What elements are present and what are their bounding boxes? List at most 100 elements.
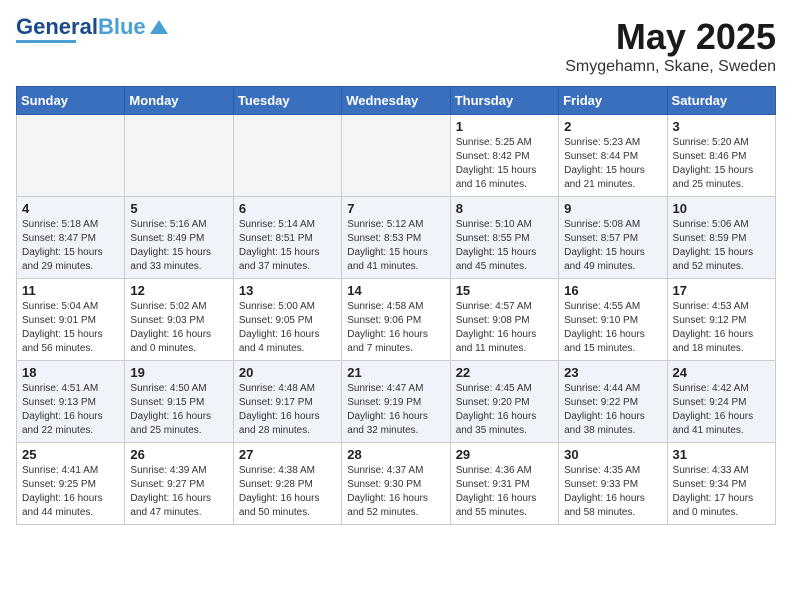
day-info: Sunrise: 4:51 AM Sunset: 9:13 PM Dayligh… (22, 382, 119, 438)
location-subtitle: Smygehamn, Skane, Sweden (565, 58, 776, 76)
logo-icon (148, 16, 170, 38)
day-info: Sunrise: 4:42 AM Sunset: 9:24 PM Dayligh… (673, 382, 770, 438)
day-number: 25 (22, 447, 119, 462)
title-block: May 2025 Smygehamn, Skane, Sweden (565, 16, 776, 76)
logo-text: GeneralBlue (16, 16, 146, 38)
calendar-cell: 25 Sunrise: 4:41 AM Sunset: 9:25 PM Dayli… (17, 443, 125, 525)
calendar-cell: 1Sunrise: 5:25 AM Sunset: 8:42 PM Daylig… (450, 115, 558, 197)
calendar-cell (125, 115, 233, 197)
day-number: 8 (456, 201, 553, 216)
calendar-cell: 23Sunrise: 4:44 AM Sunset: 9:22 PM Dayli… (559, 361, 667, 443)
calendar-week-3: 11 Sunrise: 5:04 AM Sunset: 9:01 PM Dayli… (17, 279, 776, 361)
calendar-cell: 26 Sunrise: 4:39 AM Sunset: 9:27 PM Dayli… (125, 443, 233, 525)
calendar-cell: 10Sunrise: 5:06 AM Sunset: 8:59 PM Dayli… (667, 197, 775, 279)
day-number: 19 (130, 365, 227, 380)
col-header-wednesday: Wednesday (342, 87, 450, 115)
day-info: Sunrise: 4:35 AM Sunset: 9:33 PM Dayligh… (564, 464, 661, 520)
day-info: Sunrise: 5:02 AM Sunset: 9:03 PM Dayligh… (130, 300, 227, 356)
day-info: Sunrise: 5:25 AM Sunset: 8:42 PM Dayligh… (456, 136, 553, 192)
day-number: 3 (673, 119, 770, 134)
day-number: 21 (347, 365, 444, 380)
day-number: 10 (673, 201, 770, 216)
col-header-friday: Friday (559, 87, 667, 115)
month-title: May 2025 (565, 16, 776, 58)
calendar-cell: 20 Sunrise: 4:48 AM Sunset: 9:17 PM Dayli… (233, 361, 341, 443)
calendar-cell: 14 Sunrise: 4:58 AM Sunset: 9:06 PM Dayli… (342, 279, 450, 361)
day-info: Sunrise: 5:04 AM Sunset: 9:01 PM Dayligh… (22, 300, 119, 356)
calendar-table: SundayMondayTuesdayWednesdayThursdayFrid… (16, 86, 776, 525)
day-info: Sunrise: 4:57 AM Sunset: 9:08 PM Dayligh… (456, 300, 553, 356)
calendar-cell: 15 Sunrise: 4:57 AM Sunset: 9:08 PM Dayli… (450, 279, 558, 361)
day-info: Sunrise: 5:00 AM Sunset: 9:05 PM Dayligh… (239, 300, 336, 356)
day-number: 4 (22, 201, 119, 216)
calendar-cell: 16Sunrise: 4:55 AM Sunset: 9:10 PM Dayli… (559, 279, 667, 361)
day-info: Sunrise: 5:20 AM Sunset: 8:46 PM Dayligh… (673, 136, 770, 192)
day-number: 11 (22, 283, 119, 298)
logo-underline (16, 40, 76, 43)
day-number: 20 (239, 365, 336, 380)
calendar-cell: 17 Sunrise: 4:53 AM Sunset: 9:12 PM Dayli… (667, 279, 775, 361)
calendar-cell: 22Sunrise: 4:45 AM Sunset: 9:20 PM Dayli… (450, 361, 558, 443)
day-info: Sunrise: 4:39 AM Sunset: 9:27 PM Dayligh… (130, 464, 227, 520)
day-info: Sunrise: 5:18 AM Sunset: 8:47 PM Dayligh… (22, 218, 119, 274)
day-info: Sunrise: 4:44 AM Sunset: 9:22 PM Dayligh… (564, 382, 661, 438)
col-header-thursday: Thursday (450, 87, 558, 115)
day-info: Sunrise: 4:36 AM Sunset: 9:31 PM Dayligh… (456, 464, 553, 520)
calendar-week-4: 18 Sunrise: 4:51 AM Sunset: 9:13 PM Dayli… (17, 361, 776, 443)
day-info: Sunrise: 4:41 AM Sunset: 9:25 PM Dayligh… (22, 464, 119, 520)
day-number: 14 (347, 283, 444, 298)
day-number: 2 (564, 119, 661, 134)
day-number: 26 (130, 447, 227, 462)
day-number: 16 (564, 283, 661, 298)
day-info: Sunrise: 4:47 AM Sunset: 9:19 PM Dayligh… (347, 382, 444, 438)
day-info: Sunrise: 4:50 AM Sunset: 9:15 PM Dayligh… (130, 382, 227, 438)
calendar-cell (342, 115, 450, 197)
day-number: 30 (564, 447, 661, 462)
day-number: 12 (130, 283, 227, 298)
day-number: 9 (564, 201, 661, 216)
calendar-cell: 11 Sunrise: 5:04 AM Sunset: 9:01 PM Dayli… (17, 279, 125, 361)
day-info: Sunrise: 4:53 AM Sunset: 9:12 PM Dayligh… (673, 300, 770, 356)
day-info: Sunrise: 5:10 AM Sunset: 8:55 PM Dayligh… (456, 218, 553, 274)
day-info: Sunrise: 5:16 AM Sunset: 8:49 PM Dayligh… (130, 218, 227, 274)
day-info: Sunrise: 4:48 AM Sunset: 9:17 PM Dayligh… (239, 382, 336, 438)
day-number: 6 (239, 201, 336, 216)
col-header-monday: Monday (125, 87, 233, 115)
day-number: 22 (456, 365, 553, 380)
calendar-cell (233, 115, 341, 197)
calendar-cell: 12 Sunrise: 5:02 AM Sunset: 9:03 PM Dayli… (125, 279, 233, 361)
calendar-cell: 8 Sunrise: 5:10 AM Sunset: 8:55 PM Daylig… (450, 197, 558, 279)
col-header-sunday: Sunday (17, 87, 125, 115)
day-info: Sunrise: 4:58 AM Sunset: 9:06 PM Dayligh… (347, 300, 444, 356)
calendar-week-1: 1Sunrise: 5:25 AM Sunset: 8:42 PM Daylig… (17, 115, 776, 197)
day-number: 24 (673, 365, 770, 380)
calendar-cell: 13 Sunrise: 5:00 AM Sunset: 9:05 PM Dayli… (233, 279, 341, 361)
col-header-tuesday: Tuesday (233, 87, 341, 115)
calendar-cell: 24 Sunrise: 4:42 AM Sunset: 9:24 PM Dayli… (667, 361, 775, 443)
day-number: 31 (673, 447, 770, 462)
day-info: Sunrise: 5:08 AM Sunset: 8:57 PM Dayligh… (564, 218, 661, 274)
day-number: 27 (239, 447, 336, 462)
logo: GeneralBlue (16, 16, 170, 43)
day-info: Sunrise: 5:14 AM Sunset: 8:51 PM Dayligh… (239, 218, 336, 274)
day-number: 28 (347, 447, 444, 462)
day-info: Sunrise: 5:12 AM Sunset: 8:53 PM Dayligh… (347, 218, 444, 274)
col-header-saturday: Saturday (667, 87, 775, 115)
calendar-cell: 18 Sunrise: 4:51 AM Sunset: 9:13 PM Dayli… (17, 361, 125, 443)
calendar-cell: 30 Sunrise: 4:35 AM Sunset: 9:33 PM Dayli… (559, 443, 667, 525)
page-header: GeneralBlue May 2025 Smygehamn, Skane, S… (16, 16, 776, 76)
calendar-cell: 28Sunrise: 4:37 AM Sunset: 9:30 PM Dayli… (342, 443, 450, 525)
day-number: 17 (673, 283, 770, 298)
calendar-cell: 4 Sunrise: 5:18 AM Sunset: 8:47 PM Daylig… (17, 197, 125, 279)
day-number: 18 (22, 365, 119, 380)
day-number: 13 (239, 283, 336, 298)
calendar-cell: 7 Sunrise: 5:12 AM Sunset: 8:53 PM Daylig… (342, 197, 450, 279)
day-number: 15 (456, 283, 553, 298)
calendar-cell: 5Sunrise: 5:16 AM Sunset: 8:49 PM Daylig… (125, 197, 233, 279)
calendar-cell: 6 Sunrise: 5:14 AM Sunset: 8:51 PM Daylig… (233, 197, 341, 279)
calendar-week-2: 4 Sunrise: 5:18 AM Sunset: 8:47 PM Daylig… (17, 197, 776, 279)
calendar-header-row: SundayMondayTuesdayWednesdayThursdayFrid… (17, 87, 776, 115)
day-number: 29 (456, 447, 553, 462)
day-number: 7 (347, 201, 444, 216)
calendar-week-5: 25 Sunrise: 4:41 AM Sunset: 9:25 PM Dayli… (17, 443, 776, 525)
